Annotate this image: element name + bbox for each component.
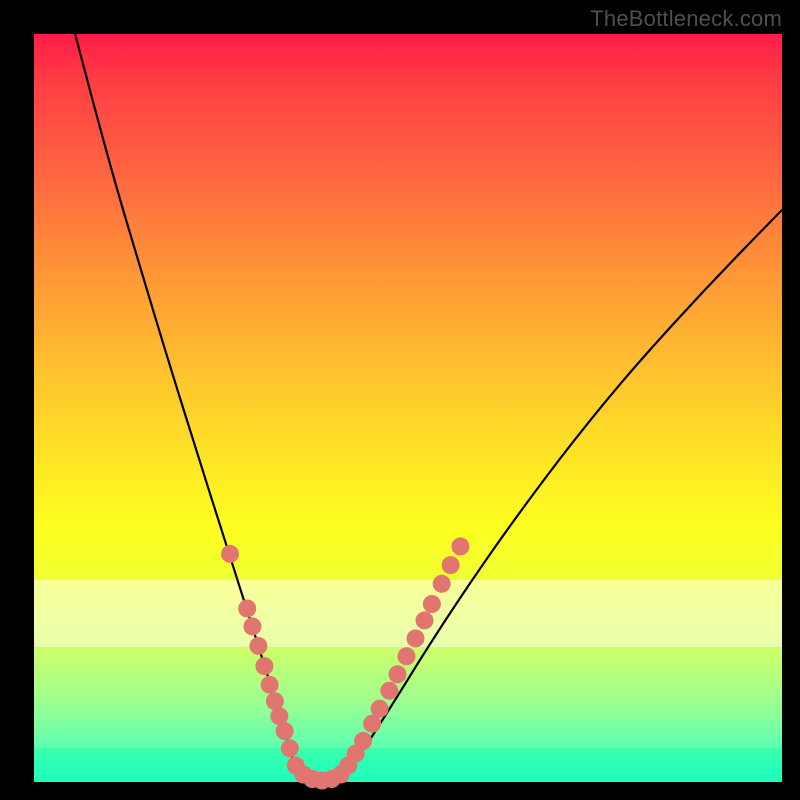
data-marker — [451, 537, 469, 555]
data-marker — [407, 629, 425, 647]
watermark-text: TheBottleneck.com — [590, 6, 782, 32]
data-marker — [238, 600, 256, 618]
data-marker — [371, 700, 389, 718]
data-marker — [261, 676, 279, 694]
data-marker — [255, 657, 273, 675]
chart-frame: TheBottleneck.com — [0, 0, 800, 800]
data-marker — [243, 617, 261, 635]
data-marker — [276, 722, 294, 740]
data-marker — [249, 637, 267, 655]
plot-area — [34, 34, 782, 782]
marker-layer — [221, 537, 469, 789]
data-marker — [398, 647, 416, 665]
data-marker — [354, 732, 372, 750]
data-marker — [221, 545, 239, 563]
data-marker — [423, 595, 441, 613]
data-marker — [389, 665, 407, 683]
data-marker — [416, 611, 434, 629]
valley-curve — [75, 34, 782, 779]
data-marker — [442, 556, 460, 574]
data-marker — [281, 739, 299, 757]
data-marker — [380, 682, 398, 700]
curve-layer — [34, 34, 782, 782]
data-marker — [433, 575, 451, 593]
